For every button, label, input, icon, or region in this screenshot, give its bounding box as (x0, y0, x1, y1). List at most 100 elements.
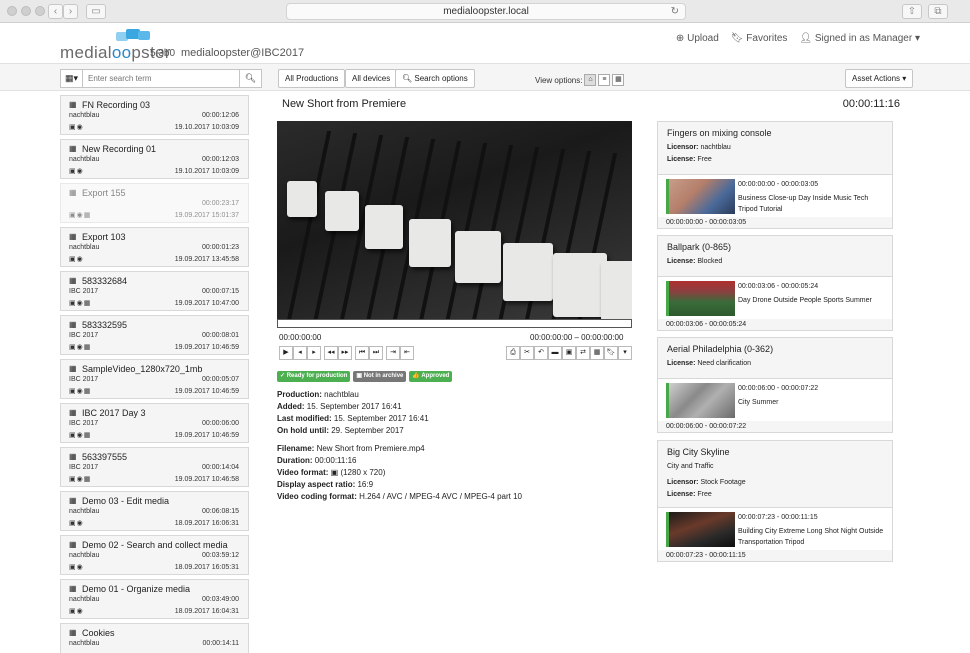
asset-card-production: IBC 2017 (69, 376, 99, 383)
asset-card[interactable]: ▦ Cookies nachtblau 00:00:14:11 (60, 623, 249, 653)
sidebar-icon[interactable]: ▭ (86, 4, 106, 19)
asset-card[interactable]: ▦ Export 155 00:00:23:17 ▣◉▦ 19.09.2017 15:0… (60, 183, 249, 223)
fader-knob (365, 205, 403, 249)
asset-card-production: nachtblau (69, 508, 100, 515)
metadata-value: 15. September 2017 16:41 (333, 414, 429, 423)
film-view-icon[interactable]: ▦ (612, 74, 625, 86)
frame-back-icon[interactable]: ◂ (293, 346, 307, 360)
all-devices-button[interactable]: All devices (345, 69, 398, 88)
bookmark-add-icon[interactable]: 🔖︎ (604, 346, 618, 360)
frame-forward-icon[interactable]: ▸ (307, 346, 321, 360)
tabs-icon[interactable]: ⧉ (928, 4, 948, 19)
search-group: ▦▾ 🔍︎ (60, 69, 262, 88)
minimize-window-icon[interactable] (21, 6, 31, 16)
related-segment-panel[interactable]: Aerial Philadelphia (0-362) License: Need… (657, 337, 893, 433)
status-badge: ▣ Not in archive (353, 371, 407, 382)
main-toolbar: ▦▾ 🔍︎ All Productions All devices 🔍︎ Sea… (0, 63, 970, 91)
share-icon[interactable]: ⇧ (902, 4, 922, 19)
asset-card-production: nachtblau (69, 596, 100, 603)
clip-thumbnail[interactable] (666, 179, 735, 214)
asset-card[interactable]: ▦ 583332684 IBC 2017 00:00:07:15 ▣◉▦ 19.09.20… (60, 271, 249, 311)
play-icon[interactable]: ▶ (279, 346, 293, 360)
mark-in-icon[interactable]: ⇥ (386, 346, 400, 360)
forward-icon[interactable]: › (63, 4, 78, 19)
rewind-icon[interactable]: ◂◂ (324, 346, 338, 360)
asset-actions-button[interactable]: Asset Actions ▾ (845, 69, 914, 88)
search-type-dropdown[interactable]: ▦▾ (60, 69, 83, 88)
url-bar[interactable]: medialoopster.local ↻ (286, 3, 686, 20)
related-license-row: Licensor: nachtblau (667, 144, 731, 151)
zoom-window-icon[interactable] (35, 6, 45, 16)
related-license-row: License: Free (667, 491, 712, 498)
grid-icon[interactable]: ▦ (590, 346, 604, 360)
tool-controls: ⎙ ✂ ↶ ▬ ▣ ⇄ ▦ 🔖︎ ▾ (506, 346, 632, 360)
film-icon: ▦ (69, 144, 77, 153)
clip-thumbnail[interactable] (666, 512, 735, 547)
upload-link[interactable]: ⊕ Upload (676, 33, 719, 44)
skip-start-icon[interactable]: ⏮ (355, 346, 369, 360)
close-window-icon[interactable] (7, 6, 17, 16)
back-icon[interactable]: ‹ (48, 4, 63, 19)
video-progress-bar[interactable] (277, 319, 632, 328)
asset-card[interactable]: ▦ SampleVideo_1280x720_1mb IBC 2017 00:00:0… (60, 359, 249, 399)
version-label: 5.3b0 (150, 48, 176, 59)
cut-icon[interactable]: ✂ (520, 346, 534, 360)
fader-knob (325, 191, 359, 231)
search-input[interactable] (83, 69, 239, 88)
clip-thumbnail[interactable] (666, 383, 735, 418)
search-options-button[interactable]: 🔍︎ Search options (395, 69, 475, 88)
asset-card[interactable]: ▦ FN Recording 03 nachtblau 00:00:12:06 ▣◉ 19… (60, 95, 249, 135)
metadata-row: Video format: ▣ (1280 x 720) (277, 467, 522, 479)
swap-icon[interactable]: ⇄ (576, 346, 590, 360)
search-icon[interactable]: 🔍︎ (239, 69, 262, 88)
fast-forward-icon[interactable]: ▸▸ (338, 346, 352, 360)
asset-card-date: 19.09.2017 10:46:59 (174, 344, 239, 351)
asset-card-title: Demo 03 - Edit media (82, 496, 170, 506)
asset-card[interactable]: ▦ New Recording 01 nachtblau 00:00:12:03 ▣◉ 1… (60, 139, 249, 179)
asset-card[interactable]: ▦ Export 103 nachtblau 00:00:01:23 ▣◉ 19.09.2… (60, 227, 249, 267)
home-view-icon[interactable]: ⌂ (584, 74, 597, 86)
asset-card-duration: 00:00:07:15 (202, 288, 239, 295)
skip-end-icon[interactable]: ⏭ (369, 346, 383, 360)
asset-card-production: nachtblau (69, 156, 100, 163)
approved-marker (666, 383, 669, 418)
asset-card-production: nachtblau (69, 552, 100, 559)
related-segment-panel[interactable]: Fingers on mixing console Licensor: nacht… (657, 121, 893, 229)
clip-range-footer: 00:00:03:06 - 00:00:05:24 (666, 321, 747, 328)
print-icon[interactable]: ⎙ (506, 346, 520, 360)
related-clip-box[interactable]: 00:00:00:00 - 00:00:03:05 Business Close-… (658, 174, 892, 217)
clip-thumbnail[interactable] (666, 281, 735, 316)
all-productions-button[interactable]: All Productions (278, 69, 346, 88)
asset-card[interactable]: ▦ Demo 02 - Search and collect media nacht… (60, 535, 249, 575)
related-clip-box[interactable]: 00:00:03:06 - 00:00:05:24 Day Drone Outsi… (658, 276, 892, 319)
clip-keywords: Business Close-up Day Inside Music Tech … (738, 195, 869, 213)
asset-metadata-technical: Filename: New Short from Premiere.mp4 Dur… (277, 443, 522, 503)
related-segment-panel[interactable]: Big City Skyline City and Traffic Licensor… (657, 440, 893, 562)
asset-card[interactable]: ▦ 563397555 IBC 2017 00:00:14:04 ▣◉▦ 19.09.20… (60, 447, 249, 487)
fader-knob (503, 243, 553, 301)
asset-card[interactable]: ▦ 583332595 IBC 2017 00:00:08:01 ▣◉▦ 19.09.20… (60, 315, 249, 355)
user-menu[interactable]: 👤︎ Signed in as Manager ▾ (799, 33, 920, 44)
film-icon: ▦ (69, 408, 77, 417)
signed-in-label: Signed in as Manager (814, 33, 913, 44)
favorites-link[interactable]: 🔖︎ Favorites (731, 33, 788, 44)
more-dropdown-icon[interactable]: ▾ (618, 346, 632, 360)
badge-label: Approved (421, 373, 450, 379)
asset-card[interactable]: ▦ Demo 01 - Organize media nachtblau 00:03:… (60, 579, 249, 619)
asset-card[interactable]: ▦ IBC 2017 Day 3 IBC 2017 00:00:06:00 ▣◉▦ 19.… (60, 403, 249, 443)
mark-out-icon[interactable]: ⇤ (400, 346, 414, 360)
related-clip-box[interactable]: 00:00:06:00 - 00:00:07:22 City Summer (658, 378, 892, 421)
list-view-icon[interactable]: ≡ (598, 74, 611, 86)
metadata-key: Last modified: (277, 414, 332, 423)
asset-card[interactable]: ▦ Demo 03 - Edit media nachtblau 00:06:08:1… (60, 491, 249, 531)
reload-icon[interactable]: ↻ (671, 4, 679, 19)
related-clip-box[interactable]: 00:00:07:23 - 00:00:11:15 Building City E… (658, 507, 892, 550)
video-player[interactable] (277, 121, 632, 320)
asset-card-date: 19.10.2017 10:03:09 (174, 168, 239, 175)
undo-icon[interactable]: ↶ (534, 346, 548, 360)
film-icon: ▦ (69, 100, 77, 109)
related-license-row: License: Need clarification (667, 360, 751, 367)
comment-icon[interactable]: ▬ (548, 346, 562, 360)
image-icon[interactable]: ▣ (562, 346, 576, 360)
related-segment-panel[interactable]: Ballpark (0-865) License: Blocked 00:00:03… (657, 235, 893, 331)
